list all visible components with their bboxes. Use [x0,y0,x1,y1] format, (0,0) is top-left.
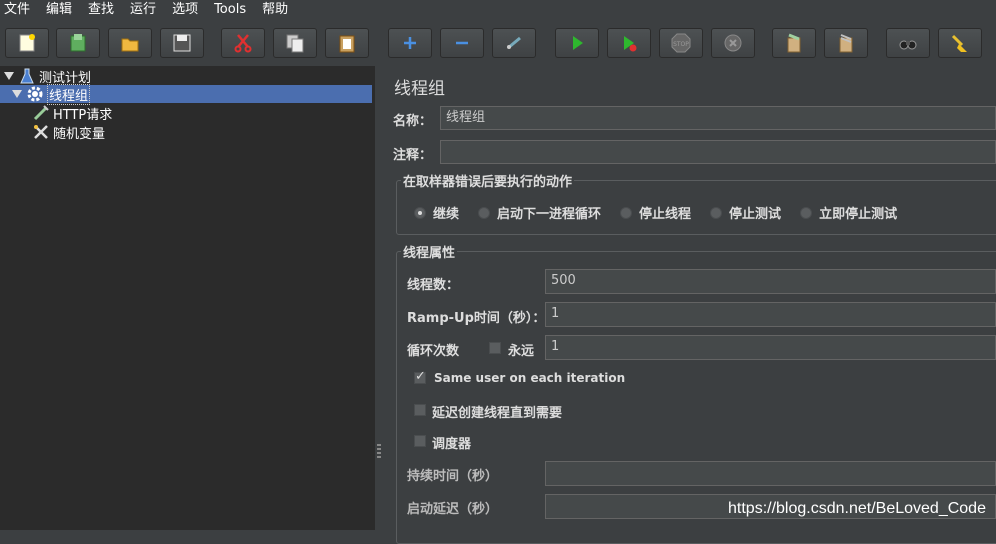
new-button[interactable] [5,28,49,58]
expand-arrow-icon[interactable] [12,90,22,98]
tree-label-random-variable: 随机变量 [53,126,106,142]
radio-continue-label: 继续 [433,207,460,222]
delay-thread-creation-label: 延迟创建线程直到需要 [432,406,563,421]
open-button[interactable] [108,28,152,58]
stop-icon: STOP [671,33,691,53]
expand-arrow-icon[interactable] [4,72,14,80]
tree-node-test-plan[interactable]: 测试计划 [4,67,91,86]
threads-field[interactable]: 500 [545,269,996,294]
test-plan-tree: 测试计划 线程组 HTTP请求 随机变量 [0,66,374,530]
expand-icon [404,37,416,49]
menu-help[interactable]: 帮助 [262,0,288,19]
menu-search[interactable]: 查找 [88,0,114,19]
new-icon [19,34,35,52]
radio-start-next-loop-label: 启动下一进程循环 [497,207,602,222]
wrench-icon [32,123,50,141]
splitter-grip-icon[interactable] [377,444,381,458]
menu-options[interactable]: 选项 [172,0,198,19]
radio-start-next-loop[interactable] [478,206,491,219]
menu-tools[interactable]: Tools [214,0,246,19]
radio-stop-thread[interactable] [620,206,633,219]
stop-button[interactable]: STOP [659,28,703,58]
radio-continue[interactable] [414,206,426,219]
gear-icon [26,85,44,103]
tree-node-http-request[interactable]: HTTP请求 [32,104,113,123]
templates-icon [70,34,86,52]
paste-icon [339,35,355,53]
thread-group-panel: 线程组 名称： 线程组 注释： 在取样器错误后要执行的动作 继续 启动下一进程循… [384,66,996,544]
tree-node-thread-group[interactable]: 线程组 [0,83,372,105]
comment-label: 注释： [393,148,433,163]
loop-count-label: 循环次数 [407,344,460,359]
save-button[interactable] [160,28,204,58]
name-label: 名称： [393,114,433,129]
clear-icon [787,33,801,53]
flask-icon [18,67,36,85]
copy-button[interactable] [273,28,317,58]
menu-file[interactable]: 文件 [4,0,30,19]
shutdown-icon [724,34,742,52]
scheduler-label: 调度器 [432,437,472,452]
copy-icon [286,34,304,53]
start-icon [573,36,583,50]
radio-stop-thread-label: 停止线程 [639,207,692,222]
menu-run[interactable]: 运行 [130,0,156,19]
toolbar: STOP [0,20,996,66]
delay-thread-creation-checkbox[interactable] [414,404,426,416]
svg-text:STOP: STOP [673,41,689,48]
thread-properties-legend: 线程属性 [403,246,456,261]
startup-delay-label: 启动延迟（秒） [407,502,499,517]
radio-stop-test[interactable] [710,206,723,219]
same-user-checkbox[interactable] [414,369,426,384]
start-no-pause-button[interactable] [607,28,651,58]
watermark: https://blog.csdn.net/BeLoved_Code [728,500,986,517]
duration-field[interactable] [545,461,996,486]
error-action-radios: 继续 启动下一进程循环 停止线程 停止测试 立即停止测试 [414,203,916,222]
open-icon [121,38,139,52]
cut-button[interactable] [221,28,265,58]
radio-stop-test-label: 停止测试 [729,207,782,222]
collapse-icon [456,41,468,45]
radio-stop-test-now[interactable] [800,206,813,219]
scheduler-checkbox[interactable] [414,435,426,447]
comment-field[interactable] [440,140,996,164]
tree-node-random-variable[interactable]: 随机变量 [32,123,106,142]
expand-button[interactable] [388,28,432,58]
toggle-button[interactable] [492,28,536,58]
tree-label-http-request: HTTP请求 [53,107,113,123]
rampup-label: Ramp-Up时间（秒）： [407,311,546,326]
save-icon [173,34,191,52]
search-button[interactable] [886,28,930,58]
forever-label: 永远 [508,344,535,359]
start-button[interactable] [555,28,599,58]
threads-label: 线程数： [407,278,460,293]
menu-edit[interactable]: 编辑 [46,0,72,19]
rampup-field[interactable]: 1 [545,302,996,327]
search-icon [899,40,917,50]
pipette-icon [32,104,50,122]
toggle-icon [507,36,521,50]
clear-all-icon [839,34,853,53]
loop-count-field[interactable]: 1 [545,335,996,360]
templates-button[interactable] [56,28,100,58]
reset-search-button[interactable] [938,28,982,58]
same-user-label: Same user on each iteration [434,371,626,385]
clear-all-button[interactable] [824,28,868,58]
reset-search-icon [951,34,967,52]
name-field[interactable]: 线程组 [440,106,996,130]
menu-bar: 文件 编辑 查找 运行 选项 Tools 帮助 [0,0,996,19]
duration-label: 持续时间（秒） [407,469,499,484]
page-title: 线程组 [394,79,445,99]
cut-icon [234,34,252,53]
forever-checkbox[interactable] [489,342,501,354]
radio-stop-test-now-label: 立即停止测试 [819,207,898,222]
tree-label-thread-group: 线程组 [47,83,91,105]
start-no-pause-icon [624,36,637,52]
shutdown-button[interactable] [711,28,755,58]
splitter[interactable] [374,66,384,530]
collapse-button[interactable] [440,28,484,58]
paste-button[interactable] [325,28,369,58]
sampler-error-legend: 在取样器错误后要执行的动作 [403,175,573,190]
clear-button[interactable] [772,28,816,58]
